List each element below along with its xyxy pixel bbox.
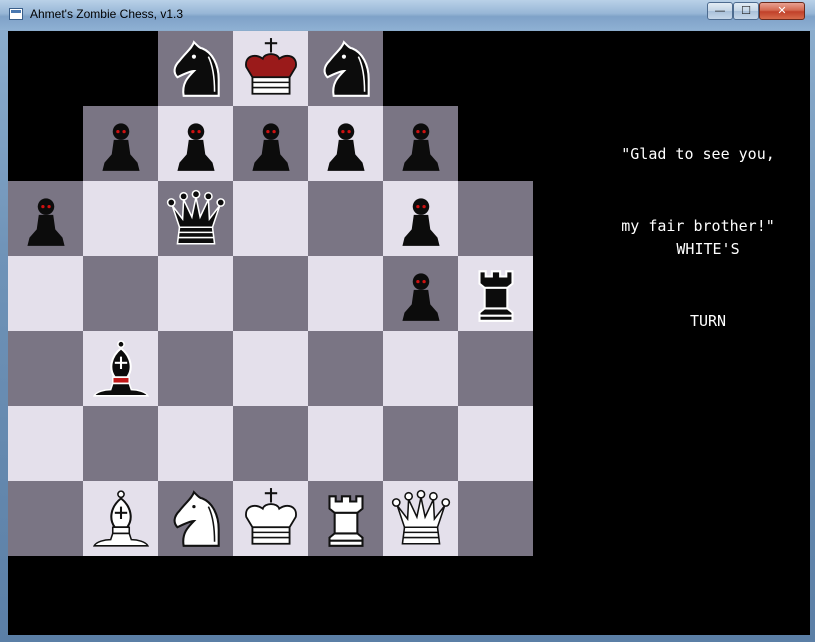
board-square[interactable] — [8, 256, 83, 331]
board-square[interactable] — [308, 331, 383, 406]
board-square[interactable] — [458, 481, 533, 556]
black-bishop-icon[interactable] — [88, 336, 154, 402]
dialogue-line: "Glad to see you, — [621, 145, 775, 163]
board-square[interactable] — [233, 406, 308, 481]
board-square[interactable] — [233, 181, 308, 256]
maximize-button[interactable]: ☐ — [733, 2, 759, 20]
board-square[interactable] — [158, 331, 233, 406]
turn-indicator: WHITE'S TURN — [628, 189, 788, 381]
board-square[interactable] — [83, 256, 158, 331]
black-king-icon[interactable] — [238, 36, 304, 102]
board-square[interactable] — [8, 181, 83, 256]
white-queen-icon[interactable] — [388, 486, 454, 552]
board-square[interactable] — [158, 256, 233, 331]
board-square[interactable] — [83, 406, 158, 481]
board-square[interactable] — [308, 481, 383, 556]
empty-void — [83, 31, 158, 106]
white-rook-icon[interactable] — [313, 486, 379, 552]
board-square[interactable] — [308, 106, 383, 181]
board-square[interactable] — [458, 256, 533, 331]
chess-board — [8, 31, 534, 557]
game-window: Ahmet's Zombie Chess, v1.3 — ☐ ✕ "Glad t… — [0, 0, 815, 642]
black-queen-icon[interactable] — [163, 186, 229, 252]
game-canvas: "Glad to see you, my fair brother!" WHIT… — [8, 31, 810, 635]
black-knight-icon[interactable] — [163, 36, 229, 102]
black-pawn-icon[interactable] — [88, 111, 154, 177]
board-square[interactable] — [8, 481, 83, 556]
board-square[interactable] — [83, 181, 158, 256]
board-square[interactable] — [233, 106, 308, 181]
black-pawn-icon[interactable] — [388, 186, 454, 252]
board-square[interactable] — [308, 406, 383, 481]
board-square[interactable] — [158, 106, 233, 181]
close-button[interactable]: ✕ — [759, 2, 805, 20]
board-square[interactable] — [308, 256, 383, 331]
black-knight-icon[interactable] — [313, 36, 379, 102]
board-square[interactable] — [383, 406, 458, 481]
board-square[interactable] — [233, 31, 308, 106]
turn-line: TURN — [689, 312, 727, 330]
board-square[interactable] — [8, 331, 83, 406]
board-square[interactable] — [83, 481, 158, 556]
black-pawn-icon[interactable] — [388, 111, 454, 177]
board-square[interactable] — [308, 31, 383, 106]
board-square[interactable] — [233, 256, 308, 331]
black-pawn-icon[interactable] — [388, 261, 454, 327]
black-pawn-icon[interactable] — [163, 111, 229, 177]
board-square[interactable] — [383, 106, 458, 181]
white-bishop-icon[interactable] — [88, 486, 154, 552]
board-square[interactable] — [308, 181, 383, 256]
white-king-icon[interactable] — [238, 486, 304, 552]
board-square[interactable] — [383, 331, 458, 406]
board-square[interactable] — [83, 331, 158, 406]
board-square[interactable] — [233, 481, 308, 556]
white-knight-icon[interactable] — [163, 486, 229, 552]
board-square[interactable] — [233, 331, 308, 406]
black-rook-icon[interactable] — [463, 261, 529, 327]
app-icon — [9, 8, 23, 20]
board-square[interactable] — [158, 406, 233, 481]
black-pawn-icon[interactable] — [238, 111, 304, 177]
board-square[interactable] — [458, 331, 533, 406]
board-square[interactable] — [158, 481, 233, 556]
empty-void — [458, 31, 533, 106]
board-square[interactable] — [458, 406, 533, 481]
board-square[interactable] — [83, 106, 158, 181]
empty-void — [8, 106, 83, 181]
board-square[interactable] — [383, 481, 458, 556]
minimize-button[interactable]: — — [707, 2, 733, 20]
board-square[interactable] — [383, 181, 458, 256]
empty-void — [8, 31, 83, 106]
turn-line: WHITE'S — [676, 240, 740, 258]
board-square[interactable] — [458, 181, 533, 256]
window-title: Ahmet's Zombie Chess, v1.3 — [30, 7, 184, 21]
board-square[interactable] — [158, 181, 233, 256]
empty-void — [383, 31, 458, 106]
empty-void — [458, 106, 533, 181]
board-square[interactable] — [8, 406, 83, 481]
black-pawn-icon[interactable] — [313, 111, 379, 177]
board-square[interactable] — [158, 31, 233, 106]
title-bar[interactable]: Ahmet's Zombie Chess, v1.3 — ☐ ✕ — [0, 0, 815, 30]
board-square[interactable] — [383, 256, 458, 331]
black-pawn-icon[interactable] — [13, 186, 79, 252]
